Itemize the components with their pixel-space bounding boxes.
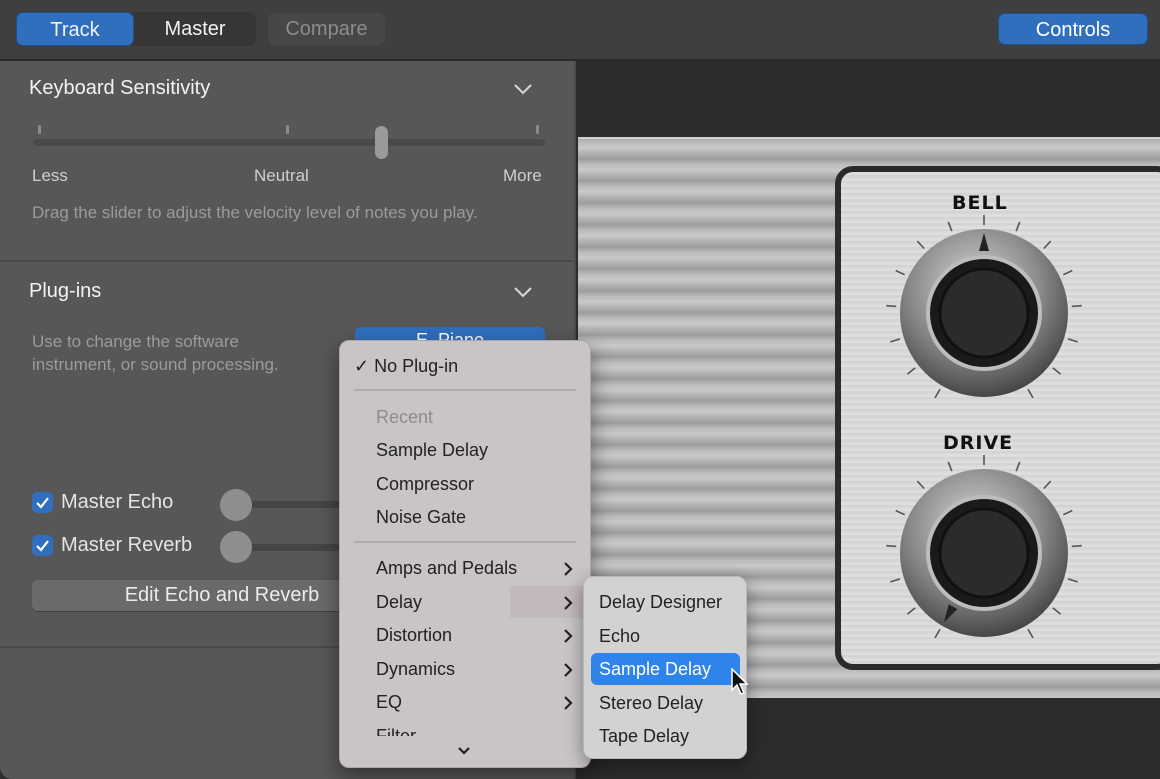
- knob-tick: [916, 480, 925, 490]
- knob-tick: [906, 367, 916, 375]
- knob-tick: [1015, 461, 1021, 472]
- submenu-item[interactable]: Echo: [599, 626, 640, 647]
- knob-tick: [886, 304, 897, 308]
- slider-thumb[interactable]: [375, 126, 389, 159]
- slider-label-more: More: [503, 166, 542, 185]
- knob-cap: [938, 267, 1030, 359]
- menu-item-category[interactable]: Delay: [376, 592, 422, 613]
- keyboard-sensitivity-title: Keyboard Sensitivity: [29, 77, 211, 99]
- slider-label-neutral: Neutral: [254, 166, 309, 185]
- knob-tick: [1071, 544, 1082, 548]
- slider-tick: [536, 125, 539, 134]
- toolbar: Track Master Compare Controls: [0, 0, 1160, 60]
- menu-item-category[interactable]: Amps and Pedals: [376, 558, 517, 579]
- menu-divider: [354, 541, 576, 543]
- knob-tick: [1052, 607, 1062, 615]
- drive-knob[interactable]: [884, 453, 1084, 653]
- master-echo-label: Master Echo: [61, 490, 174, 513]
- plugins-title: Plug-ins: [29, 280, 102, 302]
- knob-tick: [906, 607, 916, 615]
- knob-tick: [890, 338, 901, 343]
- knob-tick: [1062, 269, 1073, 276]
- slider-tick: [286, 125, 289, 134]
- knob-tick: [1067, 338, 1078, 343]
- knob-tick: [895, 509, 906, 516]
- checkmark-icon: [36, 496, 49, 509]
- knob-tick: [1027, 628, 1034, 639]
- knob-tick: [916, 240, 925, 250]
- master-reverb-row: Master Reverb: [32, 533, 192, 557]
- bell-knob[interactable]: [884, 213, 1084, 413]
- edit-echo-reverb-button[interactable]: Edit Echo and Reverb: [32, 580, 362, 611]
- knob-tick: [890, 578, 901, 583]
- slider-tick: [38, 125, 41, 134]
- menu-item-category[interactable]: Dynamics: [376, 659, 455, 680]
- master-reverb-checkbox[interactable]: [32, 534, 53, 556]
- knob-tick: [1067, 578, 1078, 583]
- submenu-item[interactable]: Delay Designer: [599, 592, 722, 613]
- compare-button[interactable]: Compare: [268, 13, 385, 45]
- submenu-item[interactable]: Stereo Delay: [599, 693, 703, 714]
- checkmark-icon: ✓: [354, 356, 370, 376]
- bell-knob-label: BELL: [952, 192, 1008, 214]
- menu-item-recent[interactable]: Compressor: [376, 474, 474, 495]
- chevron-right-icon: [562, 627, 574, 645]
- master-echo-checkbox[interactable]: [32, 491, 53, 513]
- scroll-down-chevron-icon[interactable]: [456, 745, 472, 757]
- knob-tick: [1015, 221, 1021, 232]
- mouse-pointer-icon: [731, 668, 749, 695]
- knob-tick: [1052, 367, 1062, 375]
- menu-divider: [354, 389, 576, 391]
- menu-item-recent[interactable]: Sample Delay: [376, 440, 488, 461]
- master-echo-slider-thumb[interactable]: [220, 489, 252, 521]
- tab-track[interactable]: Track: [16, 12, 134, 46]
- plugin-menu: ✓ No Plug-in Recent Sample Delay Compres…: [339, 340, 591, 768]
- master-echo-row: Master Echo: [32, 490, 173, 514]
- menu-item-recent[interactable]: Noise Gate: [376, 507, 466, 528]
- knob-tick: [1071, 304, 1082, 308]
- master-reverb-slider-thumb[interactable]: [220, 531, 252, 563]
- chevron-right-icon: [562, 594, 574, 612]
- chevron-right-icon: [562, 694, 574, 712]
- view-segmented-control: Track Master: [16, 12, 256, 46]
- knob-tick: [1043, 480, 1052, 490]
- knob-tick: [947, 221, 953, 232]
- knob-tick: [1043, 240, 1052, 250]
- submenu-item[interactable]: Tape Delay: [599, 726, 689, 747]
- master-echo-slider[interactable]: [236, 501, 356, 508]
- chevron-down-icon[interactable]: [513, 285, 533, 299]
- menu-item-no-plugin[interactable]: ✓ No Plug-in: [354, 356, 458, 377]
- knob-tick: [895, 269, 906, 276]
- knob-tick: [1062, 509, 1073, 516]
- knob-cap: [938, 507, 1030, 599]
- plugins-description: Use to change the software instrument, o…: [32, 332, 279, 374]
- tab-master[interactable]: Master: [136, 12, 254, 46]
- drive-knob-label: DRIVE: [943, 432, 1014, 454]
- knob-tick: [934, 388, 941, 399]
- knob-tick: [1027, 388, 1034, 399]
- slider-label-less: Less: [32, 166, 68, 185]
- master-reverb-label: Master Reverb: [61, 533, 193, 556]
- menu-item-clipped: Filter: [340, 724, 590, 736]
- menu-item-category[interactable]: Filter: [376, 726, 416, 736]
- controls-button[interactable]: Controls: [998, 13, 1148, 45]
- delay-submenu: Delay Designer Echo Sample Delay Stereo …: [583, 576, 747, 759]
- checkmark-icon: [36, 539, 49, 552]
- master-reverb-slider[interactable]: [236, 544, 356, 551]
- knob-tick: [934, 628, 941, 639]
- keyboard-sensitivity-slider[interactable]: [33, 139, 545, 146]
- menu-hover-highlight: [510, 586, 590, 618]
- menu-header-recent: Recent: [376, 407, 434, 427]
- chevron-right-icon: [562, 661, 574, 679]
- menu-item-label: No Plug-in: [374, 356, 459, 376]
- menu-item-category[interactable]: Distortion: [376, 625, 452, 646]
- keyboard-sensitivity-description: Drag the slider to adjust the velocity l…: [32, 203, 478, 222]
- chevron-right-icon: [562, 560, 574, 578]
- submenu-item-selected[interactable]: Sample Delay: [599, 659, 711, 680]
- chevron-down-icon[interactable]: [513, 82, 533, 96]
- menu-item-category[interactable]: EQ: [376, 692, 402, 713]
- divider: [0, 260, 576, 262]
- knob-tick: [947, 461, 953, 472]
- knob-tick: [886, 544, 897, 548]
